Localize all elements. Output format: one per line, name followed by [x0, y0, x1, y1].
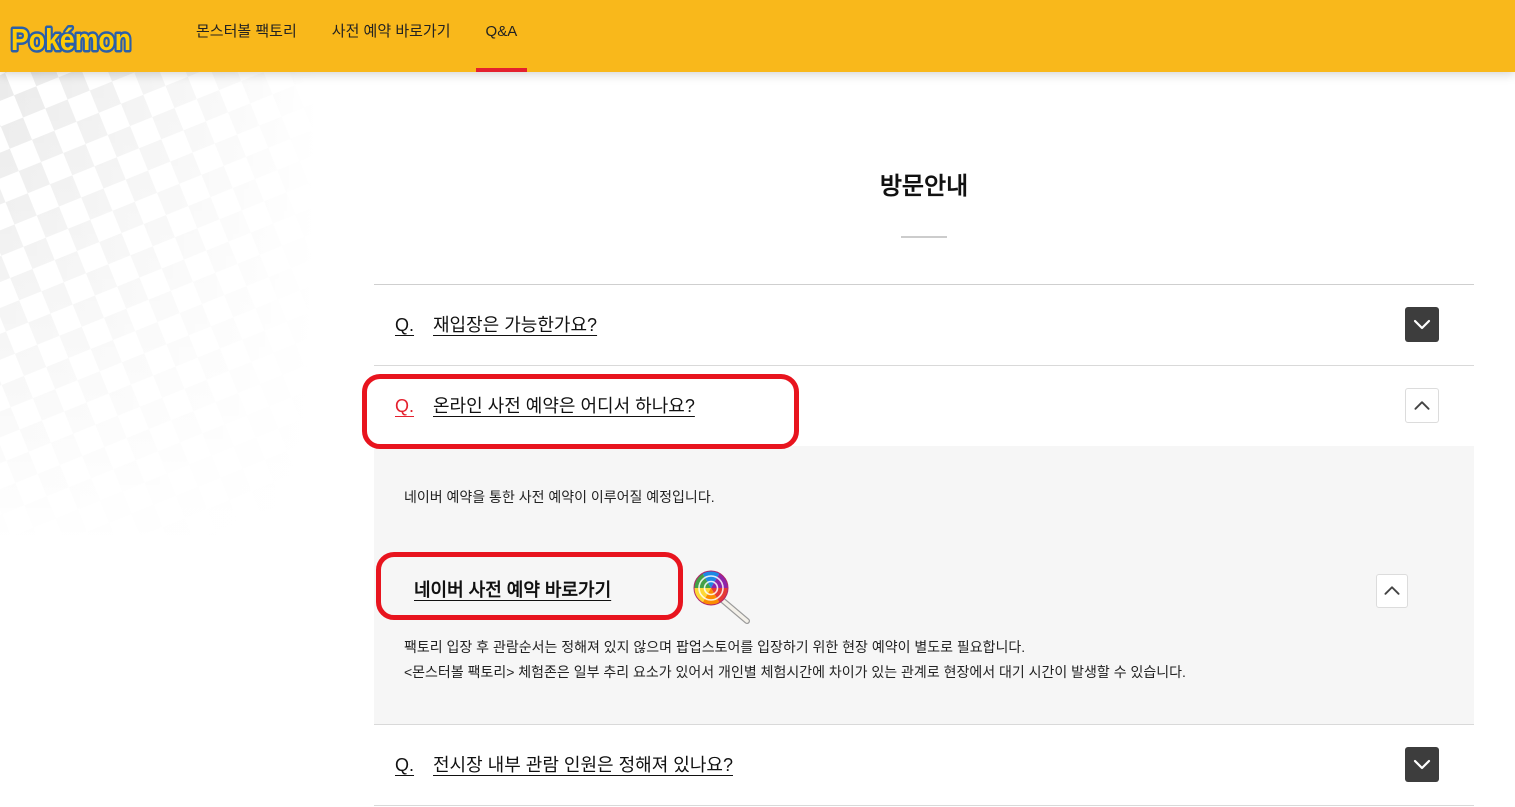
- answer-intro-text: 네이버 예약을 통한 사전 예약이 이루어질 예정입니다.: [404, 489, 715, 505]
- answer-collapse-button[interactable]: [1376, 574, 1408, 608]
- faq-question-row[interactable]: Q. 전시장 내부 관람 인원은 정해져 있나요?: [374, 725, 1474, 805]
- faq-question-link[interactable]: Q. 온라인 사전 예약은 어디서 하나요?: [395, 366, 695, 446]
- question-marker: Q.: [395, 315, 415, 335]
- faq-answer-panel: 네이버 예약을 통한 사전 예약이 이루어질 예정입니다. 네이버 사전 예약 …: [374, 446, 1474, 724]
- faq-item: Q. 전시장 내부 관람 인원은 정해져 있나요?: [374, 725, 1474, 806]
- collapse-toggle-button[interactable]: [1405, 388, 1439, 423]
- faq-question-text: 재입장은 가능한가요?: [433, 315, 598, 335]
- expand-toggle-button[interactable]: [1405, 747, 1439, 782]
- nav-item-qna[interactable]: Q&A: [475, 0, 528, 72]
- main-nav: 몬스터볼 팩토리 사전 예약 바로가기 Q&A: [186, 0, 542, 72]
- home-logo-link[interactable]: Pokémon: [5, 13, 137, 63]
- faq-question-link[interactable]: Q. 전시장 내부 관람 인원은 정해져 있나요?: [395, 725, 733, 805]
- background-checker-pattern: [0, 72, 318, 542]
- active-tab-indicator: [475, 68, 528, 72]
- title-divider: [901, 236, 947, 238]
- question-marker: Q.: [395, 755, 415, 775]
- faq-question-text: 전시장 내부 관람 인원은 정해져 있나요?: [433, 755, 733, 775]
- expand-toggle-button[interactable]: [1405, 307, 1439, 342]
- site-header: Pokémon 몬스터볼 팩토리 사전 예약 바로가기 Q&A: [0, 0, 1515, 72]
- answer-note: <몬스터볼 팩토리> 체험존은 일부 추리 요소가 있어서 개인별 체험시간에 …: [404, 664, 1186, 680]
- logo-wordmark: Pokémon: [11, 22, 131, 57]
- question-marker: Q.: [395, 396, 415, 416]
- nav-item-pre-reservation[interactable]: 사전 예약 바로가기: [322, 0, 461, 72]
- answer-notes: 팩토리 입장 후 관람순서는 정해져 있지 않으며 팝업스토어를 입장하기 위한…: [404, 635, 1186, 685]
- faq-question-text: 온라인 사전 예약은 어디서 하나요?: [433, 396, 695, 416]
- chevron-up-icon: [1414, 401, 1430, 410]
- nav-item-label: Q&A: [485, 23, 518, 40]
- chevron-down-icon: [1413, 319, 1431, 330]
- answer-note: 팩토리 입장 후 관람순서는 정해져 있지 않으며 팝업스토어를 입장하기 위한…: [404, 639, 1026, 655]
- page-title: 방문안내: [879, 173, 969, 200]
- checker-fade: [0, 72, 318, 542]
- pokemon-logo: Pokémon: [9, 20, 134, 60]
- faq-item: Q. 재입장은 가능한가요?: [374, 285, 1474, 366]
- nav-item-monsterball-factory[interactable]: 몬스터볼 팩토리: [186, 0, 307, 72]
- nav-item-label: 사전 예약 바로가기: [331, 23, 451, 40]
- nav-item-label: 몬스터볼 팩토리: [196, 23, 297, 40]
- naver-reservation-link[interactable]: 네이버 사전 예약 바로가기: [414, 577, 611, 603]
- lollipop-icon: [693, 566, 751, 624]
- chevron-down-icon: [1413, 759, 1431, 770]
- faq-question-row[interactable]: Q. 온라인 사전 예약은 어디서 하나요?: [374, 366, 1474, 446]
- faq-question-link[interactable]: Q. 재입장은 가능한가요?: [395, 285, 597, 365]
- faq-question-row[interactable]: Q. 재입장은 가능한가요?: [374, 285, 1474, 365]
- faq-item: Q. 온라인 사전 예약은 어디서 하나요? 네이버 예약을 통한 사전 예약이 …: [374, 366, 1474, 725]
- chevron-up-icon: [1384, 586, 1400, 595]
- faq-list: Q. 재입장은 가능한가요? Q. 온라인 사전 예약은 어디서 하나요? 네이버 …: [374, 284, 1474, 806]
